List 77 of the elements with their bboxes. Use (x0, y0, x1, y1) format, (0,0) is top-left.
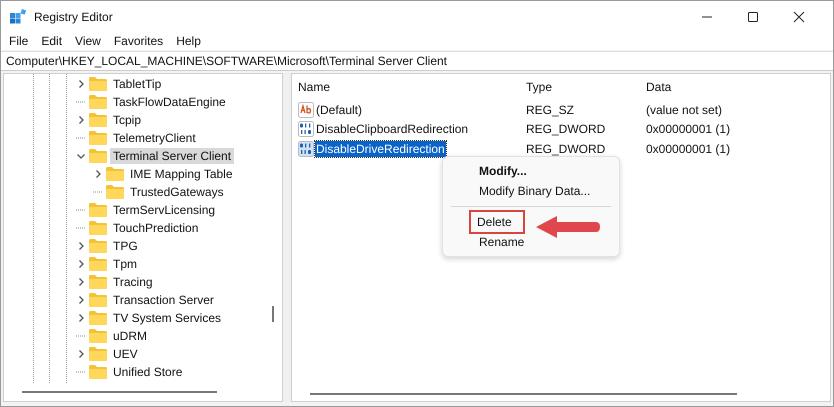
folder-icon (89, 311, 107, 325)
menu-item[interactable]: File (9, 34, 28, 48)
folder-icon (89, 365, 107, 379)
tree-item[interactable]: TPG (110, 238, 141, 254)
column-header[interactable]: Type (526, 80, 646, 94)
value-name[interactable]: (Default) (315, 102, 364, 118)
scrollbar-thumb[interactable] (310, 393, 737, 395)
tree-item[interactable]: TabletTip (110, 76, 164, 92)
registry-icon (10, 8, 26, 24)
menu-item[interactable]: View (75, 34, 101, 48)
folder-icon (89, 131, 107, 145)
tree-item[interactable]: TrustedGateways (127, 184, 227, 200)
menu-item[interactable]: Favorites (114, 34, 164, 48)
binary-value-icon (298, 140, 314, 157)
address-field[interactable]: Computer\HKEY_LOCAL_MACHINE\SOFTWARE\Microsoft\Terminal Server Client (1, 51, 833, 71)
chevron-right-icon[interactable] (93, 169, 103, 179)
menu-item[interactable]: Edit (41, 34, 62, 48)
folder-icon (89, 329, 107, 343)
folder-icon (106, 167, 124, 181)
folder-icon (89, 257, 107, 271)
value-name[interactable]: DisableClipboardRedirection (315, 121, 470, 138)
scrollbar-thumb[interactable] (272, 306, 274, 322)
string-value-icon (298, 102, 314, 118)
folder-icon (106, 185, 124, 199)
menu-option[interactable]: Modify Binary Data... (443, 181, 619, 201)
folder-icon (89, 149, 107, 163)
tree-item[interactable]: TouchPrediction (110, 220, 202, 236)
tree-item[interactable]: Terminal Server Client (110, 148, 234, 164)
value-type: REG_DWORD (526, 142, 606, 156)
window-title: Registry Editor (34, 10, 113, 24)
chevron-right-icon[interactable] (76, 241, 86, 251)
tree-item[interactable]: uDRM (110, 328, 150, 344)
folder-icon (89, 113, 107, 127)
menu-option[interactable]: Delete (471, 212, 523, 232)
folder-icon (89, 293, 107, 307)
folder-icon (89, 275, 107, 289)
tree-item[interactable]: Unified Store (110, 364, 186, 380)
folder-icon (89, 221, 107, 235)
tree-item[interactable]: Tcpip (110, 112, 144, 128)
arrow (535, 214, 601, 240)
column-header[interactable]: Data (646, 80, 806, 94)
folder-icon (89, 347, 107, 361)
tree-item[interactable]: TelemetryClient (110, 130, 199, 146)
tree-item[interactable]: Tracing (110, 274, 156, 290)
chevron-right-icon[interactable] (76, 115, 86, 125)
menu-option[interactable]: Modify... (443, 161, 619, 181)
folder-icon (89, 95, 107, 109)
column-header[interactable]: Name (292, 80, 526, 94)
chevron-down-icon[interactable] (76, 151, 86, 161)
binary-value-icon (298, 121, 314, 138)
chevron-right-icon[interactable] (76, 277, 86, 287)
tree-item[interactable]: TV System Services (110, 310, 224, 326)
folder-icon (89, 77, 107, 91)
menu-item[interactable]: Help (176, 34, 201, 48)
value-data: 0x00000001 (1) (646, 122, 732, 136)
value-data: (value not set) (646, 102, 724, 117)
close-icon[interactable] (793, 10, 805, 22)
chevron-right-icon[interactable] (76, 259, 86, 269)
tree-item[interactable]: UEV (110, 346, 141, 362)
maximize-icon[interactable] (747, 10, 759, 22)
folder-icon (89, 239, 107, 253)
tree-item[interactable]: TermServLicensing (110, 202, 218, 218)
folder-icon (89, 203, 107, 217)
tree-item[interactable]: Transaction Server (110, 292, 217, 308)
menu-option[interactable]: Rename (443, 232, 619, 252)
value-name[interactable]: DisableDriveRedirection (315, 140, 446, 157)
value-type: REG_DWORD (526, 122, 606, 136)
value-data: 0x00000001 (1) (646, 142, 732, 156)
chevron-right-icon[interactable] (76, 349, 86, 359)
chevron-right-icon[interactable] (76, 79, 86, 89)
tree-item[interactable]: IME Mapping Table (127, 166, 236, 182)
tree-item[interactable]: TaskFlowDataEngine (110, 94, 229, 110)
value-type: REG_SZ (526, 102, 576, 117)
chevron-right-icon[interactable] (76, 295, 86, 305)
chevron-right-icon[interactable] (76, 313, 86, 323)
tree-item[interactable]: Tpm (110, 256, 140, 272)
scrollbar-thumb[interactable] (22, 391, 217, 393)
